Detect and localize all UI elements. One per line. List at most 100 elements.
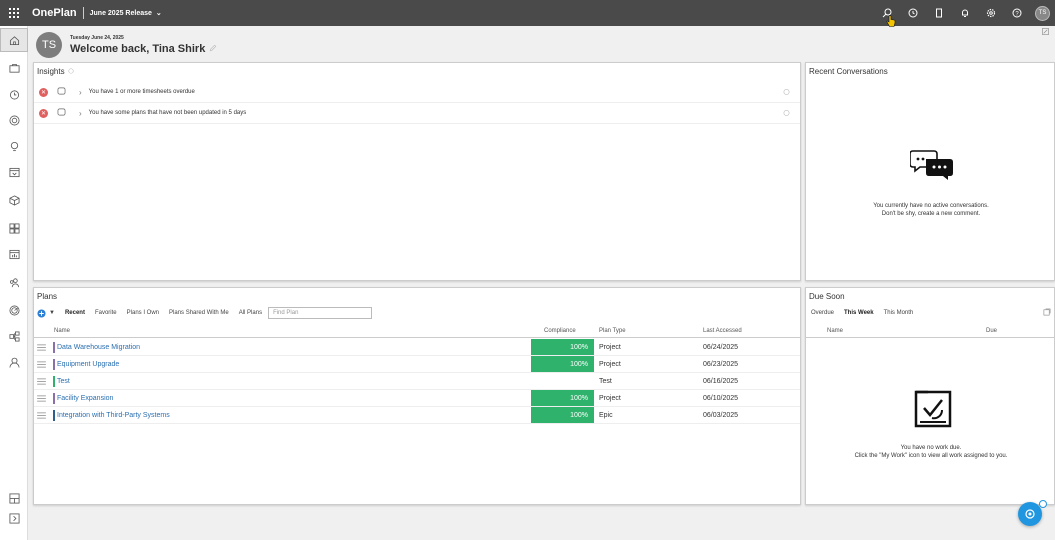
plan-color-bar — [53, 375, 55, 387]
row-menu-icon[interactable] — [37, 390, 46, 406]
row-menu-icon[interactable] — [37, 356, 46, 372]
alarm-icon[interactable] — [783, 109, 790, 118]
lightbulb-icon[interactable] — [0, 134, 28, 158]
tab-plans-shared[interactable]: Plans Shared With Me — [169, 310, 229, 316]
my-work-icon — [914, 388, 952, 430]
plan-name-link[interactable]: Facility Expansion — [57, 395, 113, 402]
row-menu-icon[interactable] — [37, 373, 46, 389]
table-row[interactable]: Data Warehouse Migration 100% Project 06/24… — [34, 339, 800, 356]
table-row[interactable]: Facility Expansion 100% Project 06/10/2025 — [34, 390, 800, 407]
radar-icon[interactable] — [0, 298, 28, 322]
tab-all-plans[interactable]: All Plans — [239, 310, 262, 316]
plan-color-bar — [53, 409, 55, 421]
empty-line: You currently have no active conversatio… — [873, 203, 989, 209]
row-menu-icon[interactable] — [37, 339, 46, 355]
report-icon[interactable] — [0, 242, 28, 266]
hierarchy-icon[interactable] — [0, 324, 28, 348]
plans-title: Plans — [37, 292, 58, 301]
grid-icon[interactable] — [0, 216, 28, 240]
help-icon[interactable]: ? — [1004, 0, 1030, 26]
due-soon-empty-message: You have no work due. Click the "My Work… — [806, 444, 1055, 461]
team-icon[interactable] — [0, 270, 28, 294]
plan-color-bar — [53, 341, 55, 353]
bell-icon[interactable] — [952, 0, 978, 26]
user-avatar-large: TS — [36, 32, 62, 58]
tab-recent[interactable]: Recent — [65, 310, 85, 316]
error-icon: ✕ — [39, 108, 48, 118]
conversations-empty-message: You currently have no active conversatio… — [806, 202, 1055, 219]
row-menu-icon[interactable] — [37, 407, 46, 423]
gear-icon[interactable] — [978, 0, 1004, 26]
copy-icon[interactable] — [1043, 308, 1051, 318]
chevron-down-icon: ⌄ — [155, 10, 162, 17]
bookmark-icon[interactable] — [926, 0, 952, 26]
chat-bubbles-icon — [909, 149, 954, 185]
plan-type: Test — [599, 377, 612, 385]
table-row[interactable]: Test Test 06/16/2025 — [34, 373, 800, 390]
column-header-last-accessed[interactable]: Last Accessed — [703, 324, 742, 337]
timesheet-icon[interactable] — [0, 82, 28, 106]
history-icon[interactable] — [900, 0, 926, 26]
column-header-due[interactable]: Due — [986, 324, 997, 337]
category-icon — [57, 87, 66, 97]
table-row[interactable]: Integration with Third-Party Systems 100%… — [34, 407, 800, 424]
plan-type: Project — [599, 394, 621, 402]
insight-text: You have some plans that have not been u… — [88, 110, 247, 116]
alarm-icon[interactable] — [783, 88, 790, 97]
column-header-name[interactable]: Name — [54, 324, 70, 337]
insight-row[interactable]: ✕ › You have 1 or more timesheets overdu… — [34, 82, 800, 103]
compliance-value: 100% — [531, 339, 594, 355]
home-icon[interactable] — [0, 28, 28, 52]
target-icon[interactable] — [0, 108, 28, 132]
collapse-corner-icon[interactable] — [1042, 28, 1049, 37]
notification-dot-icon — [1039, 500, 1047, 508]
insight-row[interactable]: ✕ › You have some plans that have not be… — [34, 103, 800, 124]
chevron-down-icon[interactable]: ▼ — [49, 310, 55, 316]
table-row[interactable]: Equipment Upgrade 100% Project 06/23/2025 — [34, 356, 800, 373]
last-accessed: 06/03/2025 — [703, 411, 739, 419]
welcome-header: TS Tuesday June 24, 2025 Welcome back, T… — [36, 31, 217, 59]
tab-overdue[interactable]: Overdue — [811, 310, 834, 316]
release-selector[interactable]: June 2025 Release ⌄ — [89, 9, 162, 18]
refresh-icon[interactable] — [68, 67, 74, 76]
insights-title: Insights — [37, 67, 65, 76]
portfolio-icon[interactable] — [0, 56, 28, 80]
compliance-value: 100% — [531, 407, 594, 423]
tab-this-week[interactable]: This Week — [844, 310, 874, 316]
plan-name-link[interactable]: Test — [57, 378, 70, 385]
pencil-icon[interactable] — [209, 43, 217, 55]
column-header-compliance[interactable]: Compliance — [544, 324, 576, 337]
empty-line: Click the "My Work" icon to view all wor… — [854, 453, 1008, 460]
left-navigation — [0, 26, 28, 540]
column-header-name[interactable]: Name — [827, 324, 843, 337]
tab-favorite[interactable]: Favorite — [95, 310, 117, 316]
recent-conversations-panel: Recent Conversations You currently have … — [805, 62, 1055, 281]
empty-line: You have no work due. — [900, 445, 962, 451]
error-icon: ✕ — [39, 87, 48, 97]
user-avatar[interactable]: TS — [1035, 5, 1050, 21]
find-plan-input[interactable]: Find Plan — [268, 307, 373, 319]
chevron-right-icon[interactable]: › — [79, 109, 82, 118]
app-launcher-icon[interactable] — [0, 0, 28, 26]
tab-plans-i-own[interactable]: Plans I Own — [127, 310, 159, 316]
plan-type: Epic — [599, 411, 613, 419]
plan-color-bar — [53, 358, 55, 370]
release-label: June 2025 Release — [89, 9, 152, 17]
plan-color-bar — [53, 392, 55, 404]
chevron-right-icon[interactable]: › — [79, 88, 82, 97]
inbox-icon[interactable] — [0, 160, 28, 184]
plan-name-link[interactable]: Equipment Upgrade — [57, 361, 119, 368]
brand-name[interactable]: OnePlan — [32, 7, 77, 19]
plan-name-link[interactable]: Data Warehouse Migration — [57, 344, 140, 351]
plan-name-link[interactable]: Integration with Third-Party Systems — [57, 412, 170, 419]
last-accessed: 06/23/2025 — [703, 360, 739, 368]
tab-this-month[interactable]: This Month — [884, 310, 914, 316]
add-plan-button[interactable] — [37, 308, 46, 318]
column-header-plan-type[interactable]: Plan Type — [599, 324, 626, 337]
current-date: Tuesday June 24, 2025 — [70, 35, 124, 41]
last-accessed: 06/10/2025 — [703, 394, 739, 402]
person-icon[interactable] — [0, 350, 28, 374]
expand-nav-icon[interactable] — [0, 506, 28, 530]
welcome-greeting: Welcome back, Tina Shirk — [70, 43, 206, 55]
cube-icon[interactable] — [0, 188, 28, 212]
